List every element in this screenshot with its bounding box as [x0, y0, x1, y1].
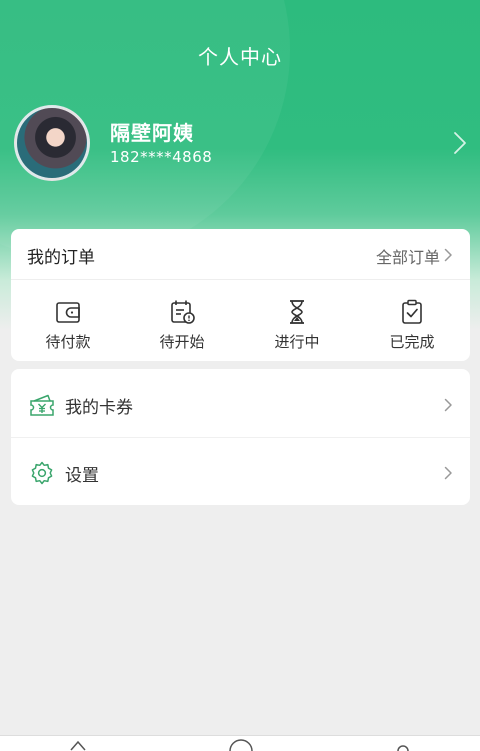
- order-status-completed[interactable]: 已完成: [355, 279, 469, 361]
- menu-item-label: 设置: [65, 466, 99, 486]
- menu-item-coupons[interactable]: 我的卡券: [11, 369, 470, 438]
- coupon-icon: [30, 394, 54, 416]
- profile-icon[interactable]: [395, 739, 411, 751]
- discover-icon[interactable]: [228, 739, 254, 751]
- menu-item-settings[interactable]: 设置: [11, 437, 470, 505]
- user-phone: 182****4868: [110, 148, 213, 166]
- order-status-not-started[interactable]: 待开始: [125, 279, 239, 361]
- chevron-right-icon: [444, 466, 452, 480]
- chevron-right-icon: [444, 398, 452, 412]
- order-status-label: 已完成: [389, 333, 435, 351]
- settings-icon: [31, 461, 53, 485]
- profile-chevron-right-icon[interactable]: [452, 130, 468, 156]
- orders-card: 我的订单 全部订单 待付款 待开始 进行中 已完成: [11, 229, 470, 361]
- order-status-label: 进行中: [274, 333, 320, 351]
- user-name[interactable]: 隔壁阿姨: [110, 117, 194, 146]
- avatar[interactable]: [14, 105, 90, 181]
- calendar-clock-icon: [171, 300, 195, 324]
- order-status-in-progress[interactable]: 进行中: [240, 279, 354, 361]
- bottom-tab-bar: [0, 735, 480, 751]
- chevron-right-icon: [444, 248, 452, 262]
- clipboard-check-icon: [402, 299, 422, 324]
- menu-item-label: 我的卡券: [65, 398, 133, 418]
- order-status-label: 待付款: [45, 333, 91, 351]
- orders-title: 我的订单: [27, 248, 95, 268]
- page-title: 个人中心: [198, 45, 282, 69]
- view-all-orders-link[interactable]: 全部订单: [376, 244, 440, 268]
- order-status-label: 待开始: [159, 333, 205, 351]
- menu-card: 我的卡券 设置: [11, 369, 470, 505]
- wallet-icon: [56, 302, 80, 323]
- hourglass-icon: [290, 300, 304, 324]
- orders-header[interactable]: 我的订单 全部订单: [11, 229, 470, 280]
- order-status-pending-payment[interactable]: 待付款: [11, 279, 125, 361]
- home-icon[interactable]: [68, 739, 88, 751]
